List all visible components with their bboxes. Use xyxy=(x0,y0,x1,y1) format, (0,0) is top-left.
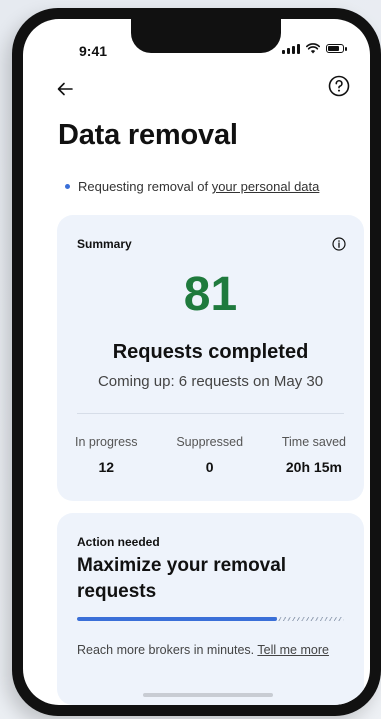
coming-up-text: Coming up: 6 requests on May 30 xyxy=(97,373,324,390)
battery-icon xyxy=(326,44,347,53)
notch xyxy=(131,19,281,53)
stat-time-saved: Time saved 20h 15m xyxy=(282,435,346,475)
arrow-left-icon xyxy=(57,82,73,96)
stat-value: 12 xyxy=(98,459,115,475)
wifi-icon xyxy=(306,43,320,54)
stat-in-progress: In progress 12 xyxy=(75,435,138,475)
stat-label: In progress xyxy=(75,435,138,449)
stat-label: Suppressed xyxy=(176,435,244,449)
personal-data-link[interactable]: your personal data xyxy=(212,179,320,194)
progress-fill xyxy=(77,617,278,621)
completed-count: 81 xyxy=(183,268,238,321)
stats-row: In progress 12 Suppressed 0 Time saved 2… xyxy=(57,435,364,475)
action-needed-label: Action needed xyxy=(77,535,160,549)
back-button[interactable] xyxy=(53,77,77,101)
stat-suppressed: Suppressed 0 xyxy=(176,435,243,475)
requests-completed-label: Requests completed xyxy=(112,341,309,363)
battery-fill xyxy=(328,46,340,51)
summary-label: Summary xyxy=(77,237,132,251)
question-circle-icon[interactable] xyxy=(328,75,350,97)
stage: 9:41 Data removal Requesting removal of … xyxy=(0,0,381,719)
tell-me-more-link[interactable]: Tell me more xyxy=(257,643,329,657)
status-icons xyxy=(282,43,347,54)
stat-value: 20h 15m xyxy=(285,459,342,475)
action-desc-text: Reach more brokers in minutes. xyxy=(77,643,258,657)
progress-bar xyxy=(77,617,344,621)
notice-prefix: Requesting removal of xyxy=(78,179,212,194)
status-time: 9:41 xyxy=(79,43,108,59)
stat-value: 0 xyxy=(205,459,214,475)
action-description: Reach more brokers in minutes. Tell me m… xyxy=(77,641,337,659)
summary-card: Summary 81 Requests completed Coming up:… xyxy=(57,215,364,501)
home-indicator xyxy=(143,693,273,697)
phone-screen: 9:41 Data removal Requesting removal of … xyxy=(23,19,370,705)
notice-text: Requesting removal of your personal data xyxy=(78,179,319,194)
phone-frame: 9:41 Data removal Requesting removal of … xyxy=(12,8,381,716)
removal-notice: Requesting removal of your personal data xyxy=(65,179,319,194)
action-title: Maximize your removal requests xyxy=(77,555,287,602)
bullet-dot xyxy=(65,184,70,189)
divider xyxy=(77,413,344,414)
signal-icon xyxy=(282,43,300,54)
page-title: Data removal xyxy=(58,119,238,151)
action-needed-card[interactable]: Action needed Maximize your removal requ… xyxy=(57,513,364,705)
stat-label: Time saved xyxy=(281,435,346,449)
info-icon[interactable] xyxy=(332,237,346,251)
